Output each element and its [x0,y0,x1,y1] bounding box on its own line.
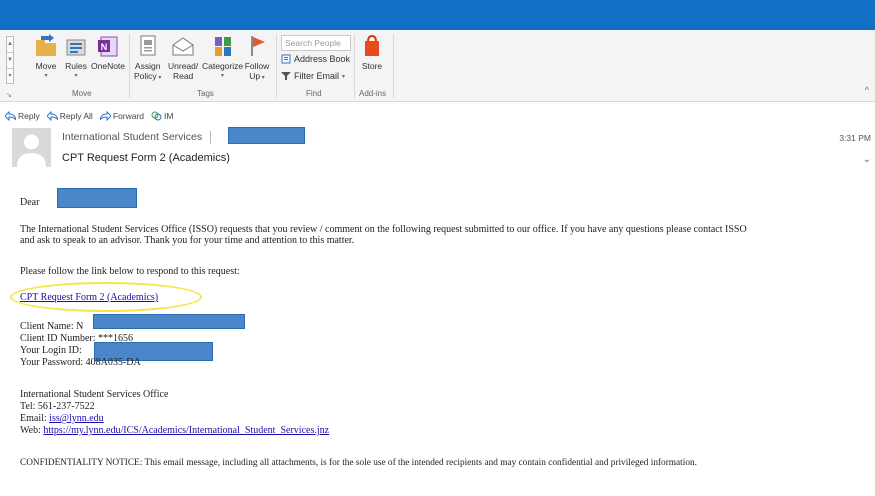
confidentiality-notice: CONFIDENTIALITY NOTICE: This email messa… [20,458,697,468]
client-name: Client Name: N [20,321,84,332]
sender-separator [210,131,211,144]
rules-icon [63,34,89,58]
message-action-bar: Reply Reply All Forward IM [0,108,173,124]
chevron-down-icon: ▾ [221,73,225,79]
group-divider [129,34,130,98]
forward-label: Forward [112,111,144,121]
intro-line-2: and ask to speak to an advisor. Thank yo… [20,235,355,246]
chevron-down-icon: ▾ [74,73,78,79]
collapse-ribbon-icon[interactable]: ^ [865,85,869,95]
chevron-down-icon[interactable]: ⌄ [863,154,871,165]
funnel-icon [281,72,291,80]
group-divider [354,34,355,98]
reply-all-icon [46,111,58,121]
reply-label: Reply [18,111,40,121]
rules-label: Rules [65,61,87,71]
dialog-launcher-icon[interactable]: ↘ [6,91,12,99]
sender-name[interactable]: International Student Services [62,131,202,143]
email-link[interactable]: iss@lynn.edu [49,413,104,424]
web-link[interactable]: https://my.lynn.edu/ICS/Academics/Intern… [43,425,329,436]
forward-icon [99,111,111,121]
intro-line-1: The International Student Services Offic… [20,224,747,235]
categorize-button[interactable]: Categorize ▾ [202,34,243,81]
store-label: Store [361,61,383,71]
im-icon [151,111,162,121]
password: Your Password: 408A035-DA [20,357,141,368]
categorize-icon [210,34,236,58]
forward-button[interactable]: Forward [99,111,144,121]
chevron-down-icon: ▾ [342,73,346,80]
login-id: Your Login ID: [20,345,82,356]
move-button[interactable]: Move ▾ [33,34,59,81]
assign-policy-button[interactable]: Assign Policy ▾ [134,34,161,83]
redaction-block [228,127,305,144]
office-web: Web: https://my.lynn.edu/ICS/Academics/I… [20,425,329,437]
window-titlebar [0,0,875,30]
message-time: 3:31 PM [839,133,871,143]
message-subject: CPT Request Form 2 (Academics) [62,152,230,164]
group-label-move: Move [72,89,92,98]
group-divider [276,34,277,98]
store-button[interactable]: Store [359,34,385,71]
office-name: International Student Services Office [20,389,169,400]
sender-avatar [12,128,51,167]
reply-all-label: Reply All [59,111,93,121]
filter-email-label: Filter Email [294,71,340,81]
redaction-block [57,188,137,208]
email-label: Email: [20,413,47,424]
unread-read-button[interactable]: Unread/ Read [168,34,198,81]
ribbon-scroll-strip[interactable]: ▲ ▼ ▾ [6,36,14,84]
scroll-more-icon[interactable]: ▾ [7,69,13,85]
flag-icon [244,34,270,58]
person-icon [17,134,46,167]
move-icon [33,34,59,58]
unread-read-label-2: Read [172,71,194,81]
store-bag-icon [359,34,385,58]
group-divider [393,34,394,98]
request-form-link[interactable]: CPT Request Form 2 (Academics) [20,292,158,303]
scroll-down-icon[interactable]: ▼ [7,53,13,69]
onenote-icon: N [95,34,121,58]
svg-text:N: N [101,42,108,52]
onenote-button[interactable]: N OneNote [91,34,125,71]
request-link-wrapper: CPT Request Form 2 (Academics) [20,292,158,304]
redaction-block [93,314,245,329]
group-label-find: Find [306,89,322,98]
follow-link-instruction: Please follow the link below to respond … [20,266,240,277]
search-people-input[interactable]: Search People [281,35,351,51]
assign-policy-label-2: Policy ▾ [134,71,162,81]
reply-button[interactable]: Reply [5,111,40,121]
assign-policy-label-1: Assign [134,61,161,71]
rules-button[interactable]: Rules ▾ [63,34,89,81]
im-label: IM [164,111,174,121]
greeting: Dear [20,197,40,208]
office-email: Email: iss@lynn.edu [20,413,104,425]
follow-up-label-1: Follow [244,61,270,71]
onenote-label: OneNote [91,61,126,71]
address-book-label: Address Book [294,54,351,64]
office-tel: Tel: 561-237-7522 [20,401,95,412]
address-book-icon [281,54,291,64]
reply-all-button[interactable]: Reply All [46,111,93,121]
assign-policy-icon [135,34,161,58]
move-label: Move [35,61,57,71]
unread-read-label-1: Unread/ [168,61,199,71]
categorize-label: Categorize [202,61,244,71]
web-label: Web: [20,425,41,436]
scroll-up-icon[interactable]: ▲ [7,37,13,53]
address-book-button[interactable]: Address Book [281,54,350,64]
envelope-icon [170,34,196,58]
filter-email-button[interactable]: Filter Email ▾ [281,71,345,81]
chevron-down-icon: ▾ [44,73,48,79]
follow-up-label-2: Up ▾ [249,71,265,81]
group-label-tags: Tags [197,89,214,98]
im-button[interactable]: IM [151,111,173,121]
follow-up-button[interactable]: Follow Up ▾ [244,34,270,83]
group-label-addins: Add-ins [359,89,387,98]
reply-icon [5,111,16,121]
ribbon: ▲ ▼ ▾ ↘ Move ▾ Rules ▾ N OneNote Move As… [0,30,875,102]
